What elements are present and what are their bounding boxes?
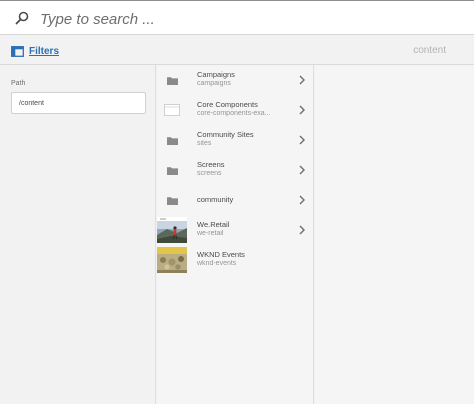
list-item[interactable]: Core Components core-components-exa...	[157, 95, 314, 125]
filters-button[interactable]: Filters	[11, 43, 59, 59]
item-title: WKND Events	[197, 250, 245, 259]
column-view-column-empty	[315, 65, 474, 404]
folder-icon	[166, 76, 178, 85]
item-thumbnail	[157, 187, 187, 213]
item-subtitle: wknd-events	[197, 260, 237, 267]
search-icon	[15, 11, 29, 25]
omnisearch-bar	[0, 0, 474, 35]
we-retail-thumbnail	[157, 217, 187, 243]
wknd-thumbnail	[157, 247, 187, 273]
item-title: community	[197, 195, 234, 204]
list-item[interactable]: Community Sites sites	[157, 125, 314, 155]
folder-icon	[166, 166, 178, 175]
folder-icon	[166, 136, 178, 145]
list-item[interactable]: community	[157, 185, 314, 215]
list-item[interactable]: WKND Events wknd-events	[157, 245, 314, 275]
search-input[interactable]	[40, 7, 460, 31]
chevron-right-icon[interactable]	[298, 224, 306, 236]
chevron-right-icon[interactable]	[298, 104, 306, 116]
filters-label: Filters	[29, 45, 60, 57]
page-title: content	[413, 45, 446, 56]
item-thumbnail	[157, 217, 187, 243]
chevron-right-icon[interactable]	[298, 74, 306, 86]
item-subtitle: screens	[197, 170, 222, 177]
item-subtitle: campaigns	[197, 80, 231, 87]
path-field[interactable]	[11, 92, 146, 114]
toolbar: Filters content	[0, 35, 474, 65]
item-thumbnail	[157, 157, 187, 183]
item-title: Campaigns	[197, 70, 235, 79]
item-title: Screens	[197, 160, 225, 169]
item-title: Community Sites	[197, 130, 254, 139]
list-item[interactable]: Campaigns campaigns	[157, 65, 314, 95]
chevron-right-icon[interactable]	[298, 164, 306, 176]
item-title: Core Components	[197, 100, 258, 109]
item-title: We.Retail	[197, 220, 230, 229]
path-label: Path	[11, 80, 26, 87]
chevron-right-icon[interactable]	[298, 134, 306, 146]
folder-icon	[166, 196, 178, 205]
item-thumbnail	[157, 67, 187, 93]
item-subtitle: sites	[197, 140, 212, 147]
item-thumbnail	[157, 127, 187, 153]
chevron-right-icon[interactable]	[298, 194, 306, 206]
filter-rail: Path	[0, 65, 156, 404]
list-item[interactable]: We.Retail we-retail	[157, 215, 314, 245]
rail-toggle-icon	[11, 45, 24, 57]
item-subtitle: we-retail	[197, 230, 224, 237]
item-thumbnail	[157, 247, 187, 273]
column-view-column: Campaigns campaigns Core Components core…	[157, 65, 314, 404]
list-item[interactable]: Screens screens	[157, 155, 314, 185]
item-subtitle: core-components-exa...	[197, 110, 271, 117]
item-thumbnail	[157, 97, 187, 123]
page-icon	[164, 104, 180, 116]
